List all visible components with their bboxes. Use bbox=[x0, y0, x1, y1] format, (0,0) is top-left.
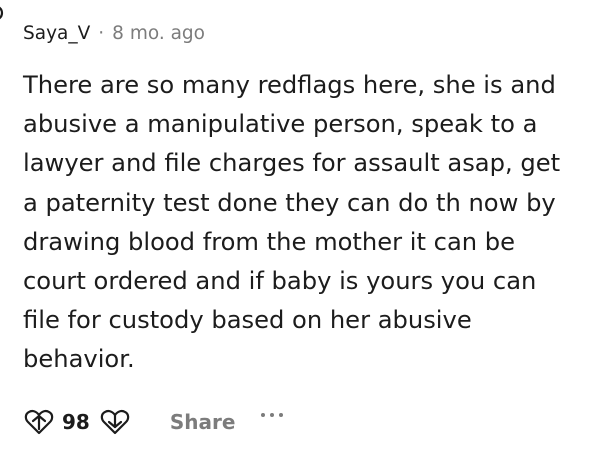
share-button[interactable]: Share bbox=[170, 410, 236, 434]
upvote-heart-icon[interactable] bbox=[20, 403, 58, 441]
comment-body: There are so many redflags here, she is … bbox=[23, 71, 561, 374]
more-dot-2 bbox=[270, 413, 275, 417]
more-dot-3 bbox=[279, 413, 284, 417]
downvote-heart-icon[interactable] bbox=[96, 403, 134, 441]
more-dot-1 bbox=[261, 413, 266, 417]
avatar[interactable] bbox=[0, 4, 5, 22]
more-options-icon[interactable] bbox=[261, 405, 284, 425]
comment-action-bar: 98 Share bbox=[20, 400, 284, 444]
meta-separator: · bbox=[98, 23, 105, 44]
comment-meta: Saya_V · 8 mo. ago bbox=[23, 22, 205, 46]
comment-timestamp[interactable]: 8 mo. ago bbox=[112, 22, 205, 46]
username-link[interactable]: Saya_V bbox=[23, 22, 90, 46]
vote-score: 98 bbox=[62, 410, 90, 434]
